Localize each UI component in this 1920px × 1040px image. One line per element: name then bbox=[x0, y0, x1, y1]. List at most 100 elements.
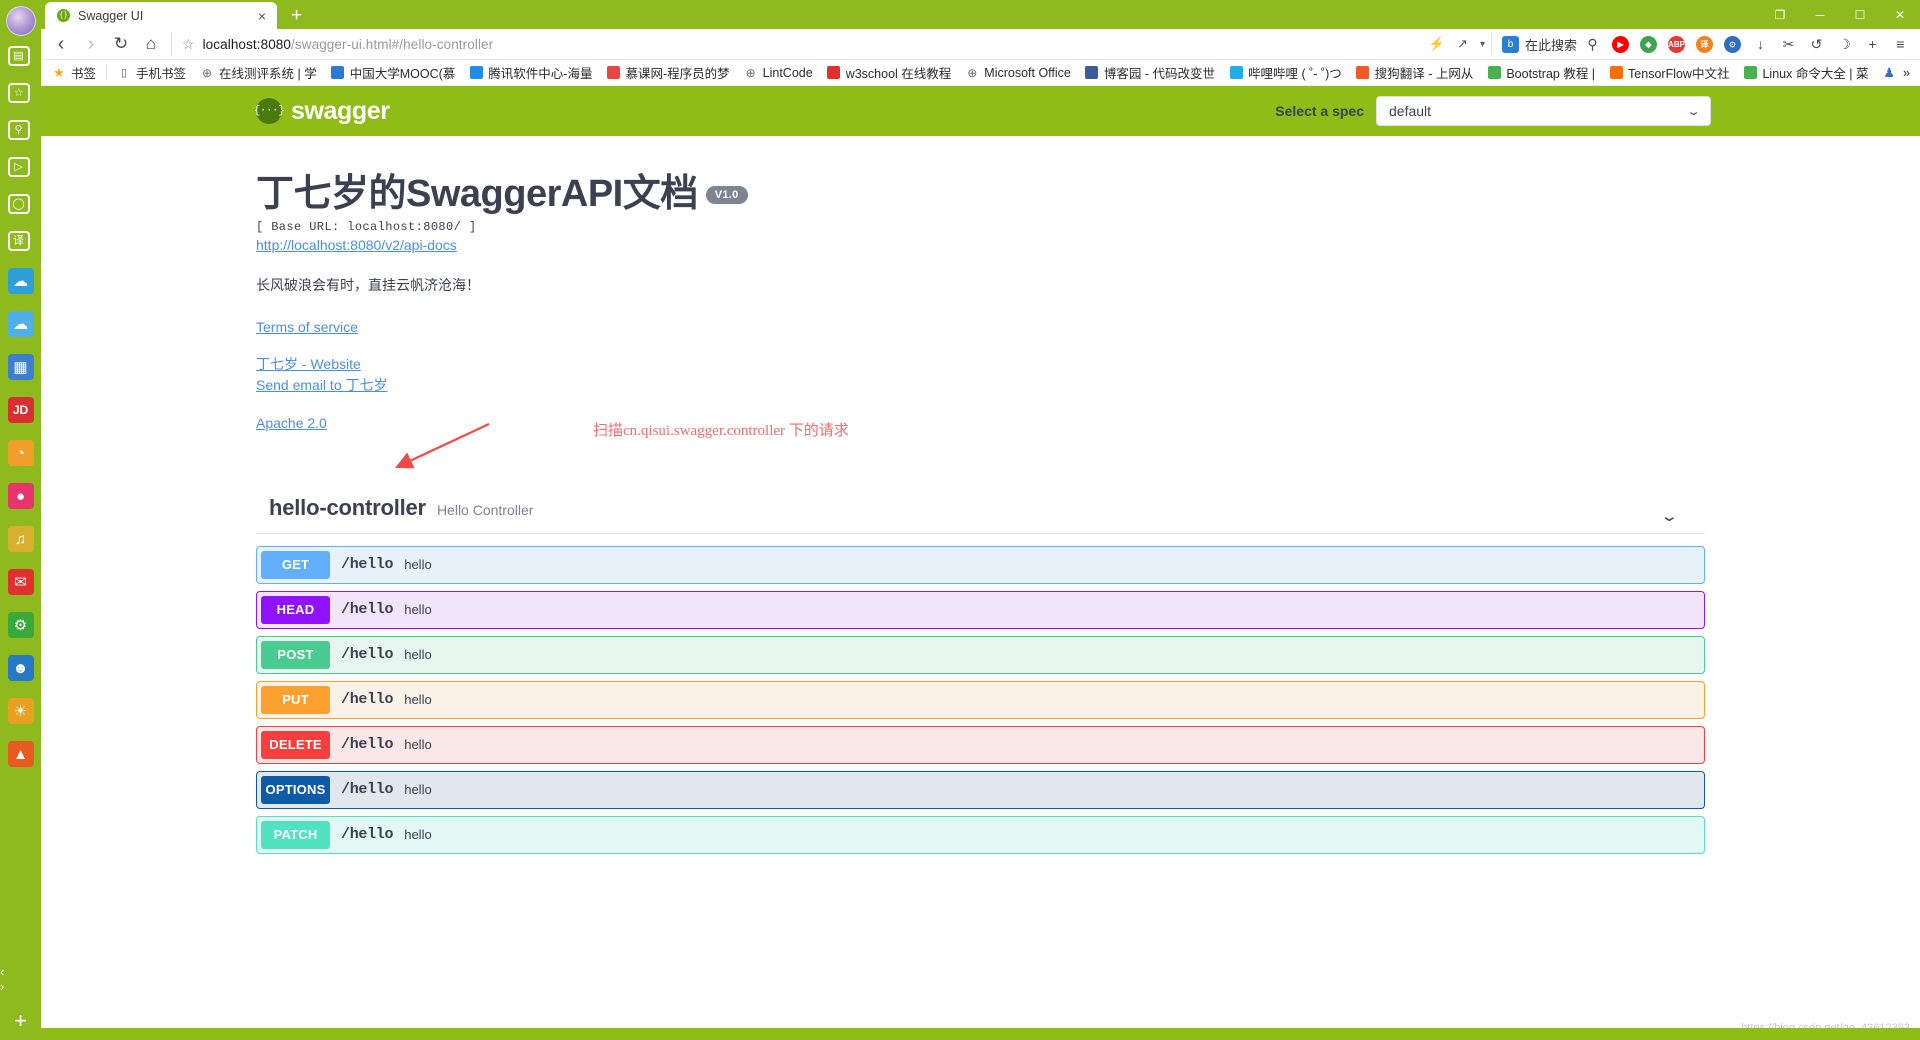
search-icon[interactable]: ⚲ bbox=[1579, 31, 1606, 57]
bookmark-item[interactable]: 腾讯软件中心-海量 bbox=[462, 61, 599, 84]
base-url: [ Base URL: localhost:8080/ ] bbox=[256, 219, 477, 234]
operation-row-get[interactable]: GET/hello hello bbox=[256, 545, 1705, 584]
info-link[interactable]: Send email to 丁七岁 bbox=[256, 375, 388, 395]
new-tab-button[interactable]: + bbox=[291, 5, 302, 27]
rail-bottom-controls: ‹ › + bbox=[0, 964, 41, 1034]
reload-icon[interactable]: ↻ bbox=[107, 31, 135, 57]
bookmark-item[interactable]: 搜狗翻译 - 上网从 bbox=[1349, 61, 1481, 84]
profile-avatar[interactable] bbox=[5, 6, 36, 36]
swagger-logo[interactable]: {···} swagger bbox=[254, 97, 390, 126]
bookmark-item[interactable]: 博客园 - 代码改变世 bbox=[1078, 61, 1222, 84]
operation-row-post[interactable]: POST/hello hello bbox=[256, 635, 1705, 674]
info-link[interactable]: 丁七岁 - Website bbox=[256, 354, 361, 374]
api-docs-link[interactable]: http://localhost:8080/v2/api-docs bbox=[256, 237, 1705, 253]
close-window-icon[interactable]: ✕ bbox=[1880, 0, 1920, 29]
bookmark-item[interactable]: 中国大学MOOC(慕 bbox=[324, 61, 463, 84]
address-bar[interactable]: ☆ localhost:8080/swagger-ui.html#/hello-… bbox=[171, 32, 1419, 56]
search-chip[interactable]: b 在此搜索 bbox=[1490, 33, 1577, 55]
swagger-topbar: {···} swagger Select a spec default ⌄ bbox=[41, 86, 1920, 136]
translate-rail-icon[interactable]: 译 bbox=[7, 231, 30, 251]
cloud-icon[interactable]: ☁ bbox=[7, 268, 34, 294]
flame-icon[interactable]: ▲ bbox=[7, 741, 34, 767]
drop-icon[interactable]: ● bbox=[7, 483, 34, 509]
bookmark-item[interactable]: TensorFlow中文社 bbox=[1602, 61, 1736, 84]
gamepad-icon[interactable]: ⊙ bbox=[1719, 31, 1746, 57]
weather-icon[interactable]: ☁ bbox=[7, 311, 34, 337]
lightning-icon[interactable]: ⚡ bbox=[1429, 36, 1445, 52]
bookmark-item[interactable]: Bootstrap 教程 | bbox=[1480, 61, 1602, 84]
scissors-icon[interactable]: ✂ bbox=[1775, 31, 1802, 57]
w3school-icon bbox=[827, 66, 841, 80]
mail-icon[interactable]: ✉ bbox=[7, 569, 34, 595]
forward-icon[interactable]: › bbox=[77, 31, 105, 57]
operation-row-head[interactable]: HEAD/hello hello bbox=[256, 590, 1705, 629]
bookmark-label: TensorFlow中文社 bbox=[1628, 67, 1730, 81]
swagger-content: 丁七岁的SwaggerAPI文档 V1.0 [ Base URL: localh… bbox=[41, 136, 1920, 854]
minimize-icon[interactable]: ─ bbox=[1800, 0, 1840, 29]
operation-summary: hello bbox=[404, 602, 432, 618]
shield-icon[interactable]: ◆ bbox=[1635, 31, 1662, 57]
chevron-down-icon[interactable]: ⌄ bbox=[1660, 507, 1679, 525]
adblock-icon[interactable]: ABP bbox=[1663, 31, 1690, 57]
close-icon[interactable]: × bbox=[255, 8, 269, 24]
history-icon[interactable]: ↺ bbox=[1803, 31, 1830, 57]
spec-select[interactable]: default ⌄ bbox=[1376, 96, 1711, 126]
people-icon[interactable]: ☻ bbox=[7, 655, 34, 681]
operation-row-delete[interactable]: DELETE/hello hello bbox=[256, 725, 1705, 764]
chart-icon[interactable]: ▦ bbox=[7, 354, 34, 380]
add-icon[interactable]: + bbox=[1859, 31, 1886, 57]
share-icon[interactable]: ↗ bbox=[1457, 36, 1468, 52]
operation-summary: hello bbox=[404, 782, 432, 798]
operation-row-put[interactable]: PUT/hello hello bbox=[256, 680, 1705, 719]
tab-swagger-ui[interactable]: {} Swagger UI × bbox=[45, 2, 277, 29]
download-icon[interactable]: ↓ bbox=[1747, 31, 1774, 57]
bookmarks-bar: ★ 书签 ▯ 手机书签 ⊕ 在线测评系统 | 学 中国大学MOOC(慕 腾讯软件中心-海量 慕课… bbox=[41, 60, 1920, 86]
sogou-icon bbox=[1356, 66, 1370, 80]
back-icon[interactable]: ‹ bbox=[47, 31, 75, 57]
browser-chrome: {} Swagger UI × + ❐ ─ ☐ ✕ ‹ › ↻ ⌂ ☆ loca… bbox=[41, 0, 1920, 1040]
maximize-icon[interactable]: ☐ bbox=[1840, 0, 1880, 29]
user-avatar-icon[interactable]: ♟ bbox=[1883, 65, 1895, 81]
chat-rail-icon[interactable]: ◯ bbox=[7, 194, 30, 214]
bookmark-star-icon[interactable]: ☆ bbox=[182, 36, 195, 53]
youtube-icon[interactable]: ▶ bbox=[1607, 31, 1634, 57]
imooc-icon-glyph bbox=[606, 66, 620, 79]
operation-row-patch[interactable]: PATCH/hello hello bbox=[256, 815, 1705, 854]
bookmark-item[interactable]: ⊕ Microsoft Office bbox=[958, 64, 1078, 82]
bookmark-overflow-chevron[interactable]: » bbox=[1903, 66, 1910, 80]
rail-nav-arrows[interactable]: ‹ › bbox=[0, 964, 41, 994]
runoob-icon bbox=[1487, 66, 1501, 80]
bookmark-item[interactable]: 哔哩哔哩 ( ˚- ˚)つ bbox=[1222, 61, 1349, 84]
bookmark-item[interactable]: ⊕ LintCode bbox=[737, 64, 820, 82]
tencent-icon-glyph bbox=[469, 66, 483, 79]
bookmark-item[interactable]: w3school 在线教程 bbox=[820, 61, 959, 84]
jd-icon[interactable]: JD bbox=[7, 397, 34, 423]
settings-icon[interactable]: ⚙ bbox=[7, 612, 34, 638]
runoob-icon-glyph bbox=[1743, 66, 1757, 79]
chevron-down-icon[interactable]: ▾ bbox=[1480, 39, 1485, 50]
bookmark-item[interactable]: Linux 命令大全 | 菜 bbox=[1736, 61, 1875, 84]
bookmark-item[interactable]: ★ 书签 bbox=[45, 61, 103, 84]
tag-header[interactable]: hello-controller Hello Controller ⌄ bbox=[256, 495, 1705, 534]
bookmark-item[interactable]: ▯ 手机书签 bbox=[110, 61, 193, 84]
operation-row-options[interactable]: OPTIONS/hello hello bbox=[256, 770, 1705, 809]
translate-icon[interactable]: 译 bbox=[1691, 31, 1718, 57]
collections-icon[interactable]: ☆ bbox=[7, 83, 30, 103]
bookmark-item[interactable]: 慕课网-程序员的梦 bbox=[599, 61, 736, 84]
sun-icon[interactable]: ☀ bbox=[7, 698, 34, 724]
bookmark-label: 搜狗翻译 - 上网从 bbox=[1374, 67, 1474, 81]
video-rail-icon[interactable]: ▷ bbox=[7, 157, 30, 177]
dark-mode-icon[interactable]: ☽ bbox=[1831, 31, 1858, 57]
reading-list-icon[interactable]: ▤ bbox=[7, 46, 30, 66]
clock-icon[interactable]: ◔ bbox=[7, 440, 34, 466]
info-link[interactable]: Terms of service bbox=[256, 317, 358, 337]
rail-add-icon[interactable]: + bbox=[14, 1008, 27, 1034]
menu-icon[interactable]: ≡ bbox=[1887, 31, 1914, 57]
music-icon[interactable]: ♫ bbox=[7, 526, 34, 552]
info-link[interactable]: Apache 2.0 bbox=[256, 413, 327, 433]
search-rail-icon[interactable]: ⚲ bbox=[7, 120, 30, 140]
bookmark-item[interactable]: ⊕ 在线测评系统 | 学 bbox=[193, 61, 324, 84]
bookmark-label: 中国大学MOOC(慕 bbox=[349, 67, 456, 81]
home-icon[interactable]: ⌂ bbox=[137, 31, 165, 57]
restore-down-icon[interactable]: ❐ bbox=[1760, 0, 1800, 29]
